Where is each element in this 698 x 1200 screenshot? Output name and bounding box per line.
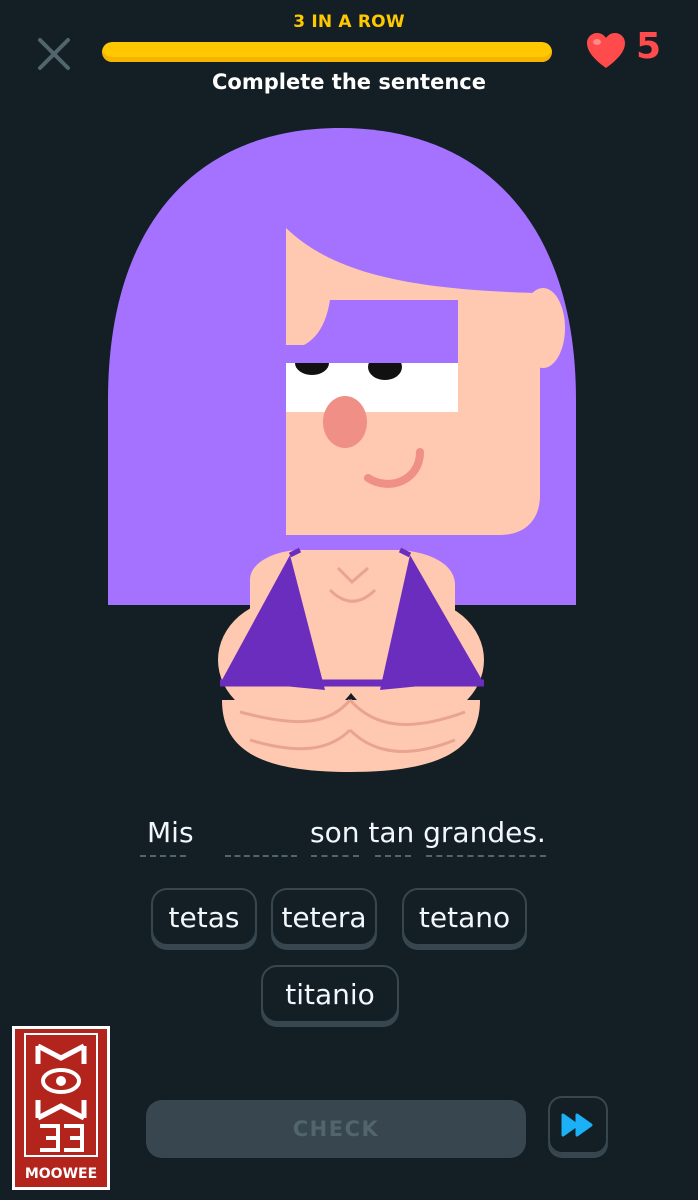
character-illustration xyxy=(108,128,576,772)
progress-fill xyxy=(102,42,552,62)
progress-bar xyxy=(102,42,552,62)
word-chip-tetano[interactable]: tetano xyxy=(402,888,527,946)
instruction-title: Complete the sentence xyxy=(212,70,486,94)
heart-icon xyxy=(587,33,625,68)
check-button[interactable]: CHECK xyxy=(146,1100,526,1158)
blank-slot[interactable] xyxy=(225,855,297,857)
word-chip-tetas[interactable]: tetas xyxy=(151,888,257,946)
sentence-prompt: Mis son tan grandes. xyxy=(0,808,698,858)
sentence-word-after: son tan grandes. xyxy=(310,816,546,849)
word-underline xyxy=(426,855,546,857)
word-underline xyxy=(375,855,411,857)
hearts-count: 5 xyxy=(636,26,662,67)
streak-label: 3 IN A ROW xyxy=(293,12,405,32)
word-underline xyxy=(311,855,359,857)
word-underline xyxy=(140,855,186,857)
skip-button[interactable] xyxy=(548,1096,608,1154)
word-chip-titanio[interactable]: titanio xyxy=(261,965,399,1023)
fast-forward-icon xyxy=(561,1113,593,1137)
close-icon[interactable] xyxy=(36,36,72,72)
word-chip-tetera[interactable]: tetera xyxy=(271,888,377,946)
sentence-word-before: Mis xyxy=(147,816,194,849)
watermark-text: MOOWEE xyxy=(24,1166,98,1182)
